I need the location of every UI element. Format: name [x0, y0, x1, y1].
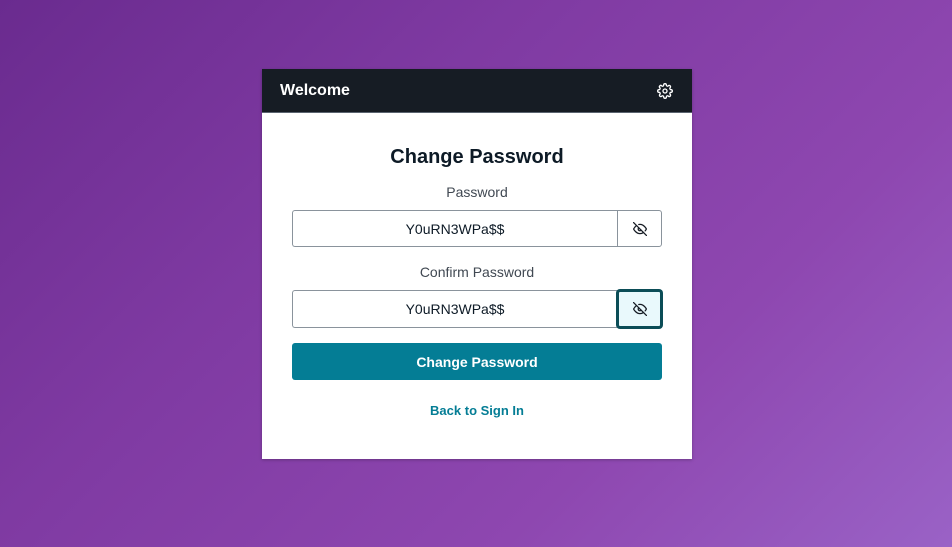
card-body: Change Password Password Confirm Passwor… [262, 113, 692, 418]
eye-slash-icon [632, 301, 647, 316]
page-title: Change Password [390, 146, 564, 168]
show-password-button[interactable] [617, 210, 662, 247]
change-password-button[interactable]: Change Password [292, 343, 662, 380]
password-label: Password [446, 184, 508, 200]
confirm-password-input[interactable] [292, 290, 617, 328]
change-password-card: Welcome Change Password Password Confirm… [262, 69, 692, 459]
back-to-sign-in-link[interactable]: Back to Sign In [292, 403, 662, 418]
eye-slash-icon [632, 221, 647, 236]
header-title: Welcome [280, 81, 350, 99]
confirm-password-row [292, 289, 662, 328]
gear-icon[interactable] [656, 82, 674, 100]
confirm-password-label: Confirm Password [419, 264, 535, 280]
password-input[interactable] [292, 210, 617, 247]
card-header: Welcome [262, 69, 692, 113]
show-confirm-password-button[interactable] [617, 289, 662, 328]
password-row [292, 210, 662, 247]
